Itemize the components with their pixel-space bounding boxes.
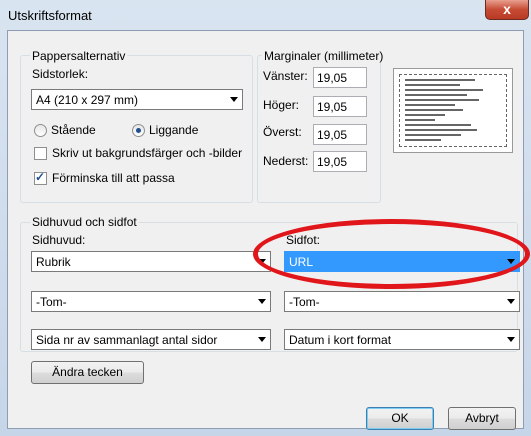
header-3-value: Sida nr av sammanlagt antal sidor: [36, 333, 218, 347]
header-1-value: Rubrik: [36, 255, 71, 269]
print-background-checkbox[interactable]: [34, 147, 47, 160]
margin-bottom-input[interactable]: 19,05: [313, 151, 367, 172]
shrink-to-fit-label[interactable]: Förminska till att passa: [52, 171, 175, 185]
margin-top-label: Överst:: [263, 125, 302, 139]
margin-bottom-value: 19,05: [317, 155, 348, 169]
ok-button[interactable]: OK: [366, 407, 434, 430]
margin-left-input[interactable]: 19,05: [313, 67, 367, 88]
preview-line: [405, 104, 455, 106]
preview-line: [405, 134, 461, 136]
paper-size-value: A4 (210 x 297 mm): [36, 93, 139, 107]
paper-size-dropdown[interactable]: A4 (210 x 297 mm): [31, 89, 243, 110]
landscape-radio[interactable]: [132, 124, 145, 137]
margin-right-label: Höger:: [263, 98, 300, 112]
annotation-ellipse: [253, 219, 530, 289]
header-dropdown-3[interactable]: Sida nr av sammanlagt antal sidor: [31, 329, 271, 350]
chevron-down-icon: [258, 299, 266, 304]
page-preview: [393, 68, 513, 153]
close-icon: x: [503, 1, 511, 17]
paper-options-legend: Pappersalternativ: [30, 49, 128, 63]
margin-left-label: Vänster:: [263, 69, 308, 83]
chevron-down-icon: [507, 337, 515, 342]
header-dropdown-2[interactable]: -Tom-: [31, 291, 271, 312]
preview-line: [405, 129, 477, 131]
chevron-down-icon: [258, 337, 266, 342]
margin-left-value: 19,05: [317, 71, 348, 85]
margin-bottom-label: Nederst:: [263, 154, 309, 168]
preview-line: [405, 114, 445, 116]
footer-2-value: -Tom-: [289, 295, 320, 309]
header-dropdown-1[interactable]: Rubrik: [31, 251, 271, 272]
change-font-button[interactable]: Ändra tecken: [31, 361, 144, 384]
print-background-label[interactable]: Skriv ut bakgrundsfärger och -bilder: [52, 146, 242, 160]
margin-right-value: 19,05: [317, 100, 348, 114]
margin-top-input[interactable]: 19,05: [313, 124, 367, 145]
preview-line: [405, 99, 479, 101]
portrait-label[interactable]: Stående: [51, 123, 96, 137]
margin-top-value: 19,05: [317, 128, 348, 142]
preview-line: [405, 124, 471, 126]
page-setup-dialog: Utskriftsformat x Pappersalternativ Sids…: [0, 0, 531, 436]
page-preview-margins: [399, 74, 507, 147]
footer-dropdown-2[interactable]: -Tom-: [284, 291, 520, 312]
preview-line: [405, 94, 467, 96]
preview-line: [405, 89, 483, 91]
preview-line: [405, 119, 435, 121]
header-footer-legend: Sidhuvud och sidfot: [30, 215, 139, 229]
paper-size-label: Sidstorlek:: [32, 67, 89, 81]
margins-legend: Marginaler (millimeter): [262, 49, 386, 63]
header-label: Sidhuvud:: [32, 233, 86, 247]
cancel-button[interactable]: Avbryt: [448, 407, 516, 430]
chevron-down-icon: [507, 299, 515, 304]
close-button[interactable]: x: [485, 0, 529, 20]
window-title: Utskriftsformat: [8, 8, 92, 23]
title-bar: Utskriftsformat x: [0, 0, 531, 30]
footer-dropdown-3[interactable]: Datum i kort format: [284, 329, 520, 350]
footer-3-value: Datum i kort format: [289, 333, 392, 347]
landscape-label[interactable]: Liggande: [149, 123, 198, 137]
margin-right-input[interactable]: 19,05: [313, 96, 367, 117]
portrait-radio[interactable]: [34, 124, 47, 137]
preview-line: [405, 139, 441, 141]
shrink-to-fit-checkbox[interactable]: [34, 170, 47, 185]
preview-line: [405, 84, 460, 86]
preview-line: [405, 79, 475, 81]
header-2-value: -Tom-: [36, 295, 67, 309]
preview-line: [405, 109, 463, 111]
chevron-down-icon: [230, 97, 238, 102]
